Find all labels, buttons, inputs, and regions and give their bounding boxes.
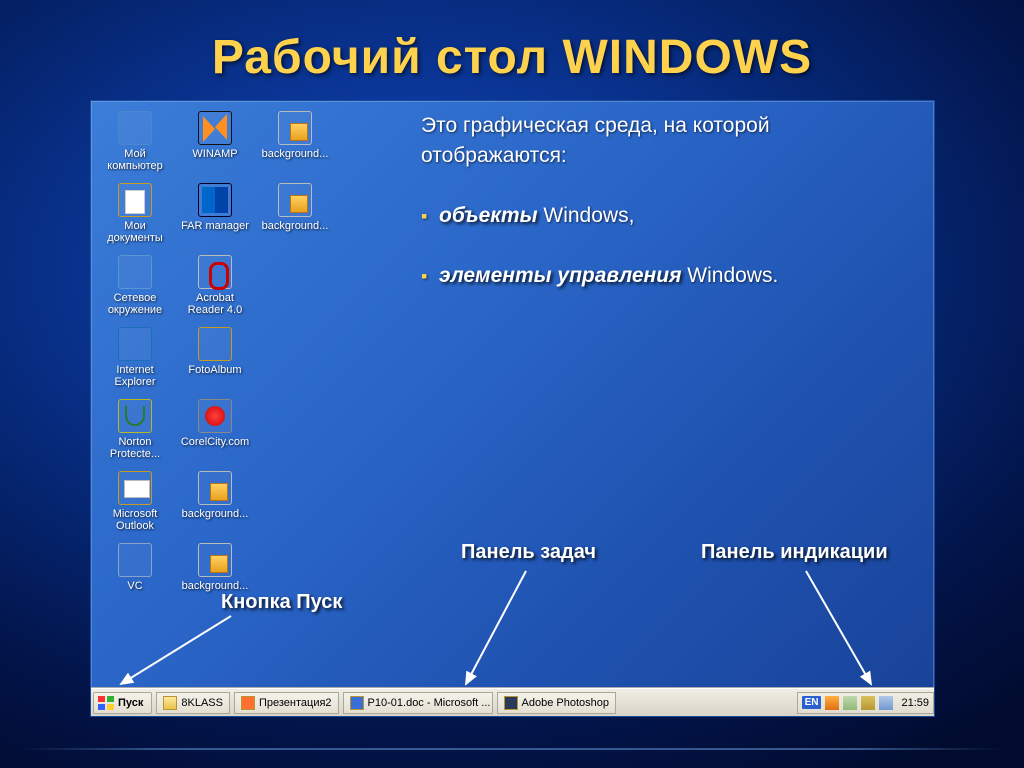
winamp-icon [198,111,232,145]
desktop-icon-outlook[interactable]: Microsoft Outlook [95,469,175,541]
language-indicator[interactable]: EN [802,696,822,709]
icon-label: background... [262,220,329,232]
taskbar-item-label: 8KLASS [181,697,223,709]
annotation-taskbar: Панель задач [461,541,596,564]
icon-label: Мой компьютер [97,148,173,172]
desktop-icon-acrobat[interactable]: Acrobat Reader 4.0 [175,253,255,325]
acrobat-icon [198,255,232,289]
slide-title: Рабочий стол WINDOWS [0,0,1024,85]
bullet-rest: Windows, [538,204,635,227]
arrow-to-tray-icon [791,566,911,696]
icon-label: background... [182,508,249,520]
far-manager-icon [198,183,232,217]
vc-icon [118,543,152,577]
word-icon [350,696,364,710]
start-button[interactable]: Пуск [93,692,152,714]
annotation-start: Кнопка Пуск [221,591,342,614]
arrow-to-taskbar-icon [446,566,566,696]
arrow-to-start-icon [111,606,261,696]
desktop-icon-winamp[interactable]: WINAMP [175,109,255,181]
windows-flag-icon [98,696,114,710]
background3-icon [198,471,232,505]
taskbar-item-label: P10-01.doc - Microsoft ... [368,697,491,709]
bullet-objects: объекты Windows, [421,201,911,231]
icon-label: Сетевое окружение [97,292,173,316]
desktop-icon-background3[interactable]: background... [175,469,255,541]
icon-label: WINAMP [192,148,237,160]
desktop-icon-fotoalbum[interactable]: FotoAlbum [175,325,255,397]
desktop-icon-corelcity[interactable]: CorelCity.com [175,397,255,469]
annotation-tray: Панель индикации [701,541,888,564]
icon-label: FAR manager [181,220,249,232]
taskbar-item-8klass[interactable]: 8KLASS [156,692,230,714]
desktop-icon-norton[interactable]: Norton Protecte... [95,397,175,469]
clock[interactable]: 21:59 [897,697,929,709]
background2-icon [278,183,312,217]
icon-label: CorelCity.com [181,436,249,448]
norton-icon [118,399,152,433]
desktop-icons-area: Мой компьютер WINAMP background... Мои док… [95,109,335,613]
icon-label: Acrobat Reader 4.0 [177,292,253,316]
my-documents-icon [118,183,152,217]
icon-label: Microsoft Outlook [97,508,173,532]
taskbar-item-label: Презентация2 [259,697,332,709]
outlook-icon [118,471,152,505]
ie-icon [118,327,152,361]
intro-line: Это графическая среда, на которой отобра… [421,111,911,171]
ps-icon [504,696,518,710]
fotoalbum-icon [198,327,232,361]
8klass-icon [163,696,177,710]
slide-footer-rule [20,748,1004,750]
icon-label: FotoAlbum [188,364,241,376]
background4-icon [198,543,232,577]
bullet-bold: элементы управления [439,264,681,287]
bullet-bold: объекты [439,204,538,227]
desktop-icon-ie[interactable]: Internet Explorer [95,325,175,397]
icon-label: Internet Explorer [97,364,173,388]
network-icon [118,255,152,289]
my-computer-icon [118,111,152,145]
corelcity-icon [198,399,232,433]
tray-icon[interactable] [825,696,839,710]
taskbar-item-ps[interactable]: Adobe Photoshop [497,692,616,714]
desktop-icon-far-manager[interactable]: FAR manager [175,181,255,253]
desktop-icon-vc[interactable]: VC [95,541,175,613]
desktop-icon-my-documents[interactable]: Мои документы [95,181,175,253]
tray-icon[interactable] [879,696,893,710]
background1-icon [278,111,312,145]
icon-label: background... [262,148,329,160]
bullet-rest: Windows. [681,264,778,287]
tray-volume-icon[interactable] [861,696,875,710]
tray-icon[interactable] [843,696,857,710]
desktop-icon-network[interactable]: Сетевое окружение [95,253,175,325]
taskbar: Пуск 8KLASS Презентация2 P10-01.doc - Micr… [91,688,934,716]
desktop-icon-background2[interactable]: background... [255,181,335,253]
icon-label: VC [127,580,142,592]
icon-label: Norton Protecte... [97,436,173,460]
system-tray[interactable]: EN 21:59 [797,692,934,714]
desktop-screenshot: Мой компьютер WINAMP background... Мои док… [90,100,935,717]
taskbar-item-label: Adobe Photoshop [522,697,609,709]
desktop-icon-my-computer[interactable]: Мой компьютер [95,109,175,181]
desktop-icon-background1[interactable]: background... [255,109,335,181]
start-label: Пуск [118,697,143,709]
bullet-controls: элементы управления Windows. [421,261,911,291]
taskbar-item-word[interactable]: P10-01.doc - Microsoft ... [343,692,493,714]
taskbar-item-ppt[interactable]: Презентация2 [234,692,339,714]
ppt-icon [241,696,255,710]
icon-label: Мои документы [97,220,173,244]
description-text: Это графическая среда, на которой отобра… [421,111,911,291]
